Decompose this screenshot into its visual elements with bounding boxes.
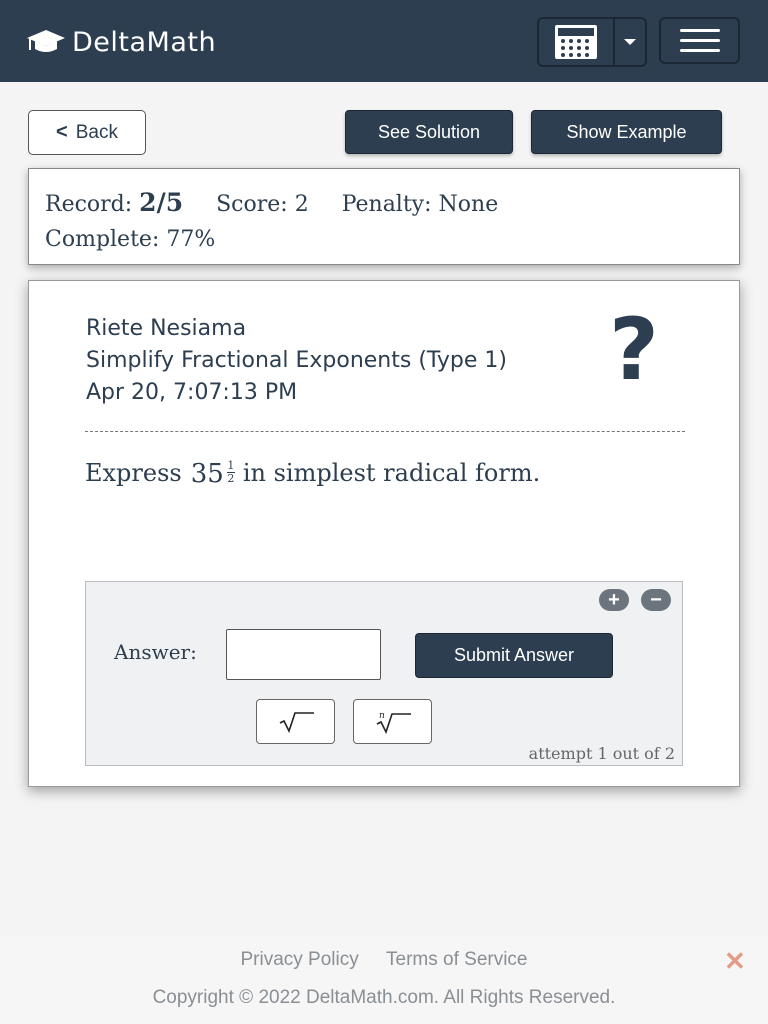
chevron-left-icon: < — [56, 121, 68, 143]
nth-root-icon: n — [376, 711, 411, 734]
problem-timestamp: Apr 20, 7:07:13 PM — [86, 380, 298, 405]
exponent-numerator: 1 — [227, 459, 235, 472]
penalty-value: None — [438, 192, 499, 217]
record-value: 2/5 — [139, 188, 184, 217]
exponent-denominator: 2 — [227, 472, 235, 485]
footer: Privacy Policy Terms of Service Copyrigh… — [0, 937, 768, 1024]
see-solution-button[interactable]: See Solution — [345, 110, 513, 154]
zoom-out-button[interactable]: − — [641, 589, 671, 611]
record-summary: Record: 2/5 Score: 2 Penalty: None Compl… — [28, 168, 740, 265]
answer-input[interactable] — [226, 629, 381, 680]
score-label: Score: — [216, 192, 288, 217]
zoom-in-button[interactable]: + — [599, 589, 629, 611]
caret-down-icon — [624, 39, 636, 45]
copyright-text: Copyright © 2022 DeltaMath.com. All Righ… — [152, 987, 616, 1008]
problem-meta: Riete Nesiama Simplify Fractional Expone… — [86, 313, 507, 409]
question-mark-icon[interactable]: ? — [594, 305, 674, 395]
calculator-button-group — [537, 17, 647, 67]
back-button[interactable]: < Back — [28, 110, 146, 155]
problem-prompt: Express 35 1 2 in simplest radical form. — [85, 459, 540, 489]
brand-name: DeltaMath — [72, 26, 217, 58]
graduation-cap-icon — [27, 30, 65, 52]
close-icon[interactable]: ✕ — [724, 948, 746, 974]
back-button-label: Back — [75, 121, 118, 143]
calculator-dropdown-button[interactable] — [615, 19, 645, 65]
student-name: Riete Nesiama — [86, 316, 247, 341]
prompt-before: Express — [85, 459, 182, 487]
prompt-exponent: 1 2 — [226, 459, 235, 485]
calculator-button[interactable] — [539, 19, 615, 65]
attempt-counter: attempt 1 out of 2 — [528, 744, 675, 763]
prompt-after: in simplest radical form. — [242, 459, 541, 487]
problem-card: Riete Nesiama Simplify Fractional Expone… — [28, 280, 740, 787]
submit-answer-button[interactable]: Submit Answer — [415, 633, 613, 678]
answer-panel: + − Answer: Submit Answer n attempt 1 ou… — [85, 581, 683, 766]
penalty-label: Penalty: — [341, 192, 432, 217]
divider — [85, 431, 685, 432]
complete-value: 77% — [166, 227, 216, 252]
terms-of-service-link[interactable]: Terms of Service — [386, 949, 527, 970]
record-label: Record: — [45, 192, 133, 217]
show-example-button[interactable]: Show Example — [531, 110, 722, 154]
square-root-icon — [279, 711, 314, 733]
skill-name: Simplify Fractional Exponents (Type 1) — [86, 348, 508, 373]
calculator-icon — [555, 25, 597, 59]
complete-label: Complete: — [45, 227, 160, 252]
record-line-1: Record: 2/5 Score: 2 Penalty: None — [45, 185, 739, 222]
hamburger-menu-icon — [679, 29, 720, 32]
top-navbar: DeltaMath — [0, 0, 768, 82]
score-value: 2 — [294, 192, 309, 217]
footer-links: Privacy Policy Terms of Service — [0, 949, 768, 971]
privacy-policy-link[interactable]: Privacy Policy — [240, 949, 358, 970]
brand-logo-link[interactable]: DeltaMath — [26, 26, 216, 58]
record-line-2: Complete: 77% — [45, 222, 739, 257]
hamburger-menu-button[interactable] — [659, 17, 740, 64]
svg-text:n: n — [379, 711, 385, 721]
answer-label: Answer: — [114, 640, 197, 664]
nth-root-button[interactable]: n — [353, 699, 432, 744]
prompt-base: 35 — [190, 459, 224, 489]
square-root-button[interactable] — [256, 699, 335, 744]
